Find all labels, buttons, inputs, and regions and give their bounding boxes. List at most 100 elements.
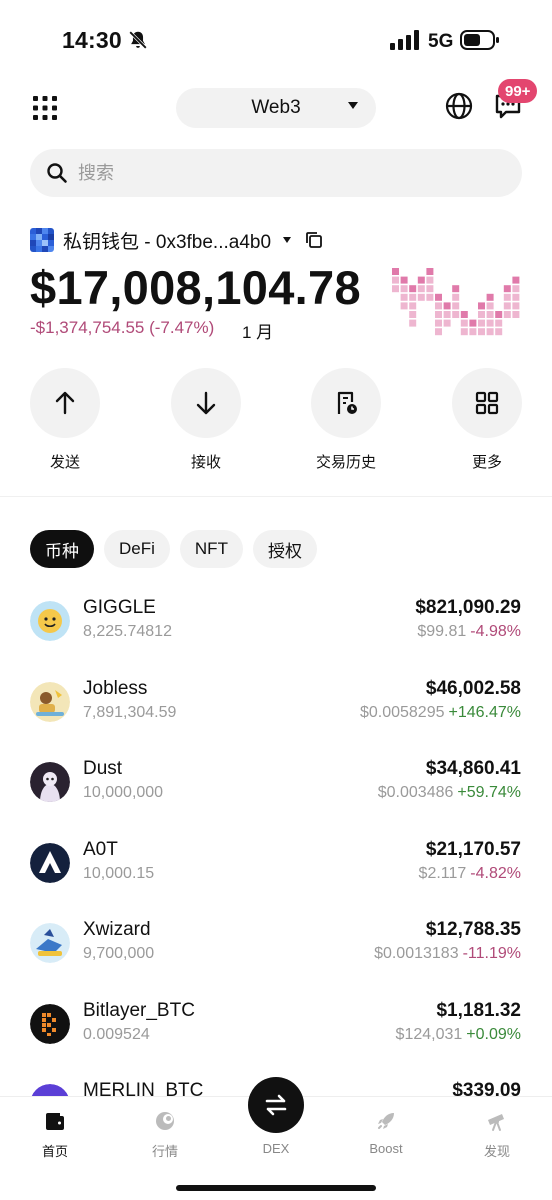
history-icon (337, 391, 357, 414)
sparkline-pixel (503, 285, 511, 293)
status-time: 14:30 (62, 27, 122, 53)
sparkline-pixel (435, 328, 442, 336)
token-name: Xwizard (83, 919, 151, 940)
tab-nft[interactable]: NFT (179, 530, 243, 568)
bell-muted-icon (129, 31, 147, 49)
token-change: -4.98% (470, 623, 521, 640)
sparkline-pixel (392, 268, 399, 275)
sparkline-pixel (435, 302, 442, 310)
wallet-avatar (30, 228, 54, 252)
nav-discover[interactable]: 发现 (457, 1109, 537, 1160)
sparkline-pixel (400, 285, 408, 293)
token-change: -4.82% (470, 864, 521, 882)
tab-defi[interactable]: DeFi (104, 530, 170, 568)
sparkline-pixel (409, 311, 417, 318)
send-button[interactable]: 发送 (29, 368, 101, 472)
token-name: Bitlayer_BTC (83, 999, 195, 1021)
caret-down-icon (283, 237, 292, 243)
sparkline-pixel (400, 302, 408, 310)
token-price: $2.117 (418, 864, 467, 882)
receive-label: 接收 (190, 454, 221, 471)
more-label: 更多 (471, 454, 502, 471)
token-value: $12,788.35 (425, 919, 521, 940)
more-circle (452, 368, 522, 438)
token-row-a0t[interactable]: A0T 10,000.15 $21,170.57 $2.117 -4.82% (0, 836, 552, 917)
more-button[interactable]: 更多 (451, 368, 523, 472)
token-change: +146.47% (448, 703, 521, 721)
bitlayer-logo-icon (30, 1003, 70, 1044)
token-row-giggle[interactable]: GIGGLE 8,225.74812 $821,090.29 $99.81 -4.… (0, 594, 552, 675)
sparkline-pixel (443, 319, 451, 327)
sparkline-pixel (495, 311, 503, 318)
nav-market[interactable]: 行情 (125, 1109, 205, 1160)
token-price: $124,031 (395, 1025, 463, 1043)
notification-badge: 99+ (498, 79, 538, 103)
market-icon (156, 1112, 174, 1130)
token-quantity: 8,225.74812 (83, 623, 172, 640)
sparkline-pixel (443, 302, 451, 310)
sparkline-pixel (426, 276, 434, 284)
sparkline-pixel (452, 311, 460, 318)
sparkline-pixel (426, 285, 434, 293)
nav-label: 首页 (41, 1144, 68, 1159)
sparkline-pixel (392, 285, 399, 293)
sparkline-pixel (460, 319, 468, 327)
status-bar: 14:30 5G (0, 0, 552, 84)
copy-icon[interactable] (305, 231, 323, 249)
network-selector-label: Web3 (251, 97, 301, 118)
a0t-logo-icon (30, 842, 70, 883)
history-label: 交易历史 (315, 454, 376, 471)
arrow-up-icon (55, 391, 75, 415)
xwizard-logo-icon (30, 923, 70, 963)
quick-actions: 发送 接收 交易历史 更多 (0, 368, 552, 478)
token-quantity: 0.009524 (83, 1025, 150, 1043)
sparkline-pixel (478, 319, 485, 327)
asset-tabs: 币种 DeFi NFT 授权 (30, 530, 317, 568)
sparkline-pixel (417, 276, 425, 284)
history-circle (311, 368, 381, 438)
token-quantity: 10,000.15 (83, 864, 155, 882)
sparkline-pixel (512, 302, 520, 310)
sparkline-pixel (452, 302, 460, 310)
globe-icon[interactable] (444, 91, 474, 121)
receive-button[interactable]: 接收 (170, 368, 242, 472)
sparkline-pixel (460, 311, 468, 318)
wallet-selector[interactable]: 私钥钱包 - 0x3fbe...a4b0 (30, 227, 323, 253)
token-price: $99.81 (417, 623, 467, 640)
token-row-jobless[interactable]: Jobless 7,891,304.59 $46,002.58 $0.00582… (0, 675, 552, 756)
tab-tokens[interactable]: 币种 (30, 530, 94, 568)
token-price-change: $2.117 -4.82% (419, 865, 521, 883)
nav-home[interactable]: 首页 (15, 1109, 95, 1160)
swap-icon (265, 1094, 287, 1116)
token-row-bitlayer-btc[interactable]: Bitlayer_BTC 0.009524 $1,181.32 $124,031… (0, 997, 552, 1078)
apps-grid-icon[interactable] (31, 94, 59, 122)
sparkline-pixel (503, 311, 511, 318)
sparkline-pixel (435, 311, 442, 318)
nav-label: Boost (369, 1141, 403, 1156)
token-price: $0.003486 (377, 784, 454, 801)
token-price: $0.0013183 (374, 945, 459, 962)
token-price-change: $99.81 -4.98% (417, 623, 521, 641)
receive-circle (171, 368, 241, 438)
token-row-dust[interactable]: Dust 10,000,000 $34,860.41 $0.003486 +59.… (0, 755, 552, 836)
network-type: 5G (428, 31, 454, 52)
search-bar[interactable] (30, 149, 522, 197)
dex-button[interactable] (248, 1077, 304, 1133)
network-selector[interactable]: Web3 (176, 88, 376, 128)
sparkline-pixel (409, 319, 417, 327)
period-selector[interactable]: 1 月 (242, 318, 273, 343)
sparkline-pixel (495, 319, 503, 327)
pnl-value: -$1,374,754.55 (-7.47%) (30, 318, 215, 337)
sparkline-pixel (495, 328, 503, 336)
nav-boost[interactable]: Boost (346, 1109, 426, 1156)
dex-label: DEX (262, 1141, 290, 1156)
search-input[interactable] (78, 162, 478, 184)
tab-approvals[interactable]: 授权 (252, 530, 317, 568)
token-value: $21,170.57 (425, 838, 521, 860)
sparkline-pixel (469, 328, 477, 336)
history-button[interactable]: 交易历史 (310, 368, 382, 472)
token-value: $821,090.29 (415, 597, 521, 618)
sparkline-pixel (392, 276, 399, 284)
send-label: 发送 (49, 454, 80, 471)
token-row-xwizard[interactable]: Xwizard 9,700,000 $12,788.35 $0.0013183-… (0, 916, 552, 997)
